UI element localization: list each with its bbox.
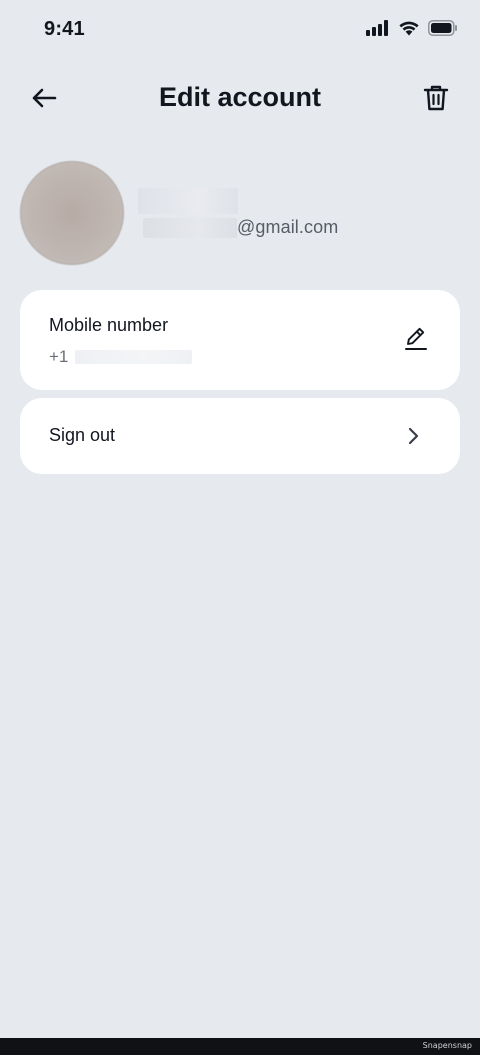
trash-icon	[423, 84, 449, 117]
chevron-right-icon	[404, 425, 424, 447]
edit-mobile-number-button[interactable]	[400, 324, 432, 356]
email: @gmail.com	[143, 217, 338, 238]
page-title: Edit account	[158, 82, 321, 112]
wifi-icon	[398, 20, 420, 41]
name-redacted	[138, 188, 238, 214]
profile-section: @gmail.com	[20, 161, 460, 265]
status-time: 9:41	[44, 18, 85, 40]
watermark: Snapensnap	[422, 1041, 472, 1050]
phone-redacted	[75, 350, 193, 364]
avatar[interactable]	[20, 161, 124, 265]
email-domain: @gmail.com	[237, 217, 339, 237]
mobile-number-label: Mobile number	[49, 315, 169, 335]
status-icons	[366, 20, 458, 41]
status-bar: 9:41	[0, 0, 480, 60]
sign-out-label: Sign out	[49, 425, 116, 445]
phone-prefix: +1	[49, 347, 69, 366]
email-redacted	[143, 217, 237, 238]
battery-icon	[428, 20, 458, 41]
delete-account-button[interactable]	[418, 81, 454, 119]
footer-bar: Snapensnap	[0, 1038, 480, 1055]
pencil-icon	[403, 325, 429, 356]
signal-icon	[366, 20, 390, 41]
header: Edit account	[0, 70, 480, 130]
mobile-number-value: +1	[49, 347, 193, 367]
mobile-number-card: Mobile number +1	[20, 290, 460, 390]
sign-out-button[interactable]: Sign out	[20, 398, 460, 474]
